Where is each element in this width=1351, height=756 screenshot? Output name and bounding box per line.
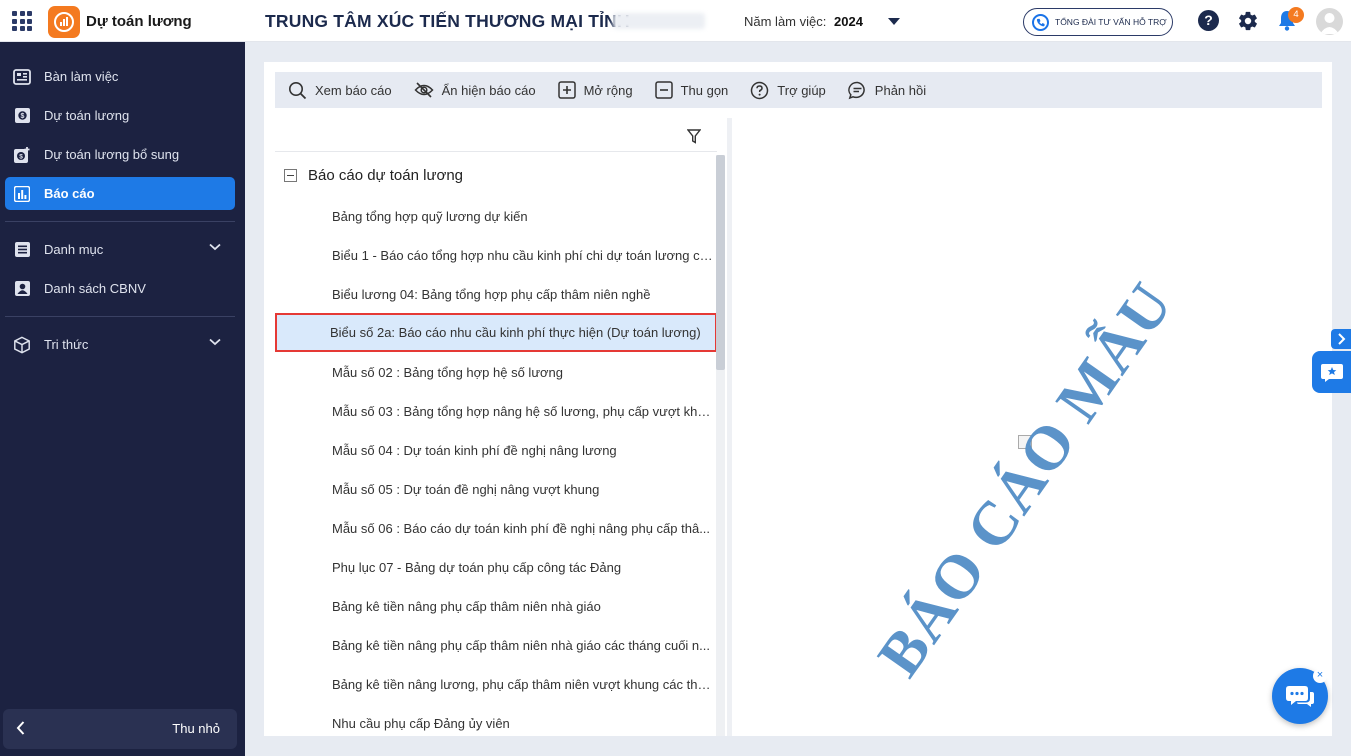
app-grid-icon[interactable] bbox=[12, 11, 32, 31]
view-report-button[interactable]: Xem báo cáo bbox=[288, 81, 392, 100]
sidebar-item-salary-supplement[interactable]: $ Dự toán lương bổ sung bbox=[5, 138, 235, 171]
tree-item[interactable]: Mẫu số 03 : Bảng tổng hợp nâng hệ số lươ… bbox=[277, 392, 715, 431]
phone-icon bbox=[1032, 13, 1049, 31]
tree-filter-row bbox=[275, 118, 717, 152]
search-icon bbox=[289, 81, 307, 99]
sidebar-item-label: Dự toán lương bbox=[44, 108, 130, 123]
expand-all-button[interactable]: Mở rộng bbox=[557, 81, 633, 99]
collapse-all-label: Thu gọn bbox=[680, 82, 729, 98]
tree-item[interactable]: Bảng kê tiền nâng phụ cấp thâm niên nhà … bbox=[277, 587, 715, 626]
tree-item[interactable]: Biểu 1 - Báo cáo tổng hợp nhu cầu kinh p… bbox=[277, 236, 715, 275]
question-circle-icon bbox=[751, 81, 769, 99]
svg-text:$: $ bbox=[20, 113, 24, 120]
feedback-button[interactable]: Phản hồi bbox=[848, 81, 926, 100]
salary-estimate-icon: $ bbox=[13, 107, 31, 125]
tree-item[interactable]: Phụ lục 07 - Bảng dự toán phụ cấp công t… bbox=[277, 548, 715, 587]
chevron-down-icon bbox=[209, 243, 221, 251]
tree-item[interactable]: Mẫu số 04 : Dự toán kinh phí đề nghị nân… bbox=[277, 431, 715, 470]
tree-item[interactable]: Mẫu số 06 : Báo cáo dự toán kinh phí đề … bbox=[277, 509, 715, 548]
notification-badge: 4 bbox=[1288, 7, 1304, 23]
tree-item[interactable]: Bảng tổng hợp quỹ lương dự kiến bbox=[277, 197, 715, 236]
help-icon[interactable]: ? bbox=[1198, 10, 1219, 31]
salary-supplement-icon: $ bbox=[13, 146, 31, 164]
chevron-down-icon bbox=[209, 338, 221, 346]
tree-item[interactable]: Bảng kê tiền nâng lương, phụ cấp thâm ni… bbox=[277, 665, 715, 704]
help-label: Trợ giúp bbox=[777, 82, 826, 98]
avatar[interactable] bbox=[1316, 8, 1343, 35]
feedback-label: Phản hồi bbox=[874, 82, 927, 98]
expand-all-label: Mở rộng bbox=[583, 82, 633, 98]
side-panel-toggle[interactable] bbox=[1331, 329, 1351, 349]
tree-item[interactable]: Bảng kê tiền nâng phụ cấp thâm niên nhà … bbox=[277, 626, 715, 665]
hotline-button[interactable]: TỔNG ĐÀI TƯ VẤN HỖ TRỢ bbox=[1023, 8, 1173, 36]
dashboard-icon bbox=[13, 68, 31, 86]
sidebar-item-label: Danh mục bbox=[44, 242, 104, 257]
gear-icon[interactable] bbox=[1237, 10, 1259, 35]
tree-item[interactable]: Mẫu số 02 : Bảng tổng hợp hệ số lương bbox=[277, 353, 715, 392]
star-message-icon bbox=[1321, 364, 1343, 382]
app-logo[interactable] bbox=[48, 6, 80, 38]
catalog-icon bbox=[13, 241, 31, 259]
redacted-org-suffix bbox=[613, 13, 705, 29]
toggle-report-label: Ẩn hiện báo cáo bbox=[441, 82, 536, 98]
employee-list-icon bbox=[13, 280, 31, 298]
sidebar-divider bbox=[5, 221, 235, 222]
sidebar-item-label: Tri thức bbox=[44, 337, 89, 352]
tree-item[interactable]: Biểu lương 04: Bảng tổng hợp phụ cấp thâ… bbox=[277, 275, 715, 314]
tree-group-salary-reports[interactable]: Báo cáo dự toán lương bbox=[284, 167, 463, 184]
tree-item[interactable]: Nhu cầu phụ cấp Đảng ủy viên bbox=[277, 704, 715, 736]
sidebar-item-employee-list[interactable]: Danh sách CBNV bbox=[5, 272, 235, 305]
help-button[interactable]: Trợ giúp bbox=[750, 81, 826, 100]
working-year-value[interactable]: 2024 bbox=[834, 14, 863, 29]
top-bar: Dự toán lương TRUNG TÂM XÚC TIẾN THƯƠNG … bbox=[0, 0, 1351, 42]
sidebar-item-workspace[interactable]: Bàn làm việc bbox=[5, 60, 235, 93]
sidebar-item-salary-estimate[interactable]: $ Dự toán lương bbox=[5, 99, 235, 132]
rating-feedback-tab[interactable] bbox=[1312, 351, 1351, 393]
tree-group-label: Báo cáo dự toán lương bbox=[308, 167, 464, 184]
working-year-label: Năm làm việc: bbox=[744, 14, 827, 29]
year-dropdown-caret-icon[interactable] bbox=[888, 18, 900, 25]
collapse-label: Thu nhỏ bbox=[172, 721, 220, 736]
sidebar-item-report[interactable]: Báo cáo bbox=[5, 177, 235, 210]
sidebar-item-knowledge[interactable]: Tri thức bbox=[5, 328, 235, 361]
organization-title: TRUNG TÂM XÚC TIẾN THƯƠNG MẠI TỈNH bbox=[265, 11, 630, 31]
collapse-all-button[interactable]: Thu gọn bbox=[654, 81, 729, 99]
report-toolbar: Xem báo cáo Ẩn hiện báo cáo Mở rộng Thu … bbox=[275, 72, 1322, 108]
sidebar-item-catalog[interactable]: Danh mục bbox=[5, 233, 235, 266]
sidebar-item-label: Bàn làm việc bbox=[44, 69, 119, 84]
sidebar-item-label: Dự toán lương bổ sung bbox=[44, 147, 180, 162]
eye-off-icon bbox=[414, 82, 434, 98]
tree-item-selected[interactable]: Biểu số 2a: Báo cáo nhu cầu kinh phí thự… bbox=[275, 313, 717, 352]
chevron-left-icon bbox=[16, 721, 25, 735]
collapse-node-icon[interactable] bbox=[284, 169, 297, 182]
sidebar-item-label: Báo cáo bbox=[44, 186, 95, 201]
knowledge-box-icon bbox=[13, 336, 31, 354]
chevron-right-icon bbox=[1338, 333, 1346, 345]
plus-square-icon bbox=[557, 81, 576, 99]
tree-scrollbar-thumb[interactable] bbox=[716, 155, 725, 370]
svg-text:$: $ bbox=[19, 153, 23, 160]
minus-square-icon bbox=[654, 81, 673, 99]
tree-item[interactable]: Mẫu số 05 : Dự toán đề nghị nâng vượt kh… bbox=[277, 470, 715, 509]
close-icon[interactable]: × bbox=[1313, 669, 1327, 683]
chat-bubble-icon bbox=[848, 81, 865, 99]
sidebar-collapse-button[interactable]: Thu nhỏ bbox=[3, 709, 237, 749]
hotline-label: TỔNG ĐÀI TƯ VẤN HỖ TRỢ bbox=[1055, 17, 1167, 27]
filter-icon[interactable] bbox=[687, 129, 701, 144]
sidebar-item-label: Danh sách CBNV bbox=[44, 281, 146, 296]
toggle-report-button[interactable]: Ẩn hiện báo cáo bbox=[414, 82, 536, 98]
app-name: Dự toán lương bbox=[86, 13, 192, 30]
sidebar-divider bbox=[5, 316, 235, 317]
view-report-label: Xem báo cáo bbox=[315, 82, 392, 98]
report-chart-icon bbox=[13, 185, 31, 203]
